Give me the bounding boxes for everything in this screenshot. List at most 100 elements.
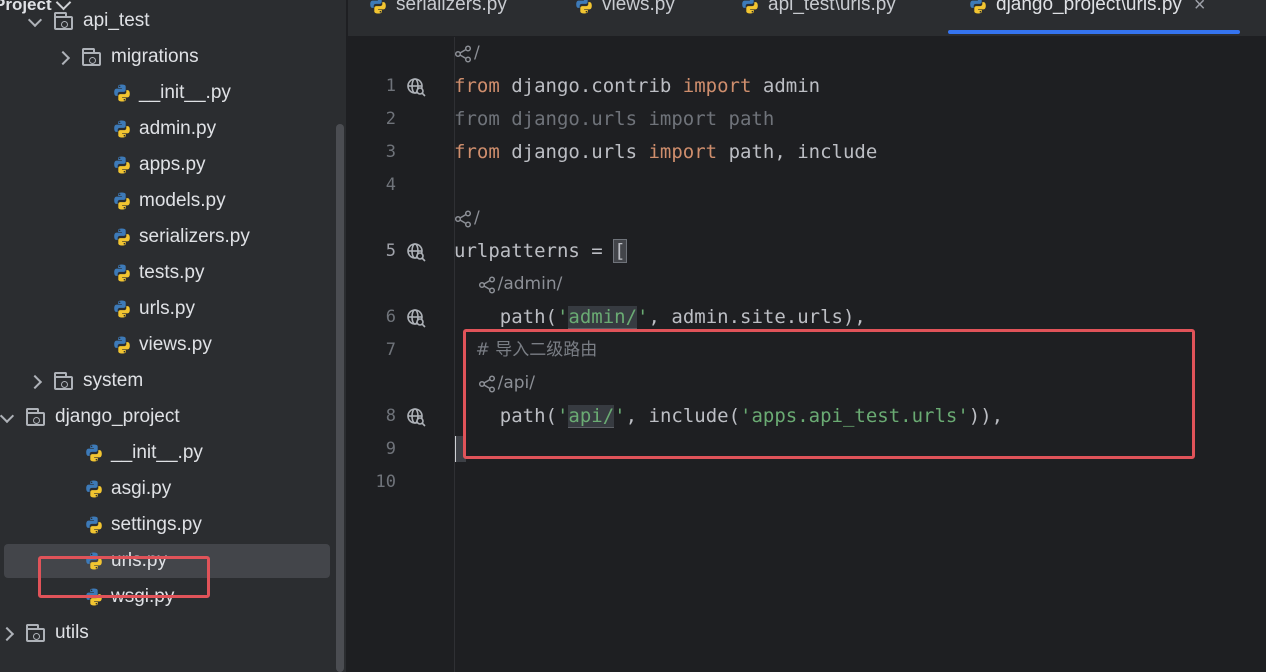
folder-icon [82, 48, 101, 66]
tree-item-init-py[interactable]: __init__.py [0, 436, 340, 470]
share-route-icon [454, 44, 472, 63]
line-number: 4 [385, 175, 396, 195]
project-tree-panel: Project api_testmigrations__init__.pyadm… [0, 0, 348, 672]
tree-item-label: __init__.py [111, 442, 203, 463]
web-endpoint-icon[interactable] [406, 77, 426, 97]
python-file-icon [114, 336, 130, 354]
tree-item-apps-py[interactable]: apps.py [0, 148, 340, 182]
tree-item-label: urls.py [139, 298, 195, 319]
code-line-10: 10 [348, 466, 1266, 499]
tab-label: views.py [602, 0, 675, 15]
line-number: 2 [385, 109, 396, 129]
tree-item-label: migrations [111, 46, 199, 67]
tree-item-label: asgi.py [111, 478, 172, 499]
line-number: 1 [385, 76, 396, 96]
tree-item-label: apps.py [139, 154, 206, 175]
selected-file-highlight-box [38, 556, 210, 598]
tab-label: django_project\urls.py [996, 0, 1182, 15]
tree-item-api-test[interactable]: api_test [0, 4, 340, 38]
tab-django-project-urls[interactable]: django_project\urls.py × [968, 0, 1206, 34]
tab-serializers[interactable]: serializers.py [368, 0, 507, 34]
tree-item-label: system [83, 370, 144, 391]
close-icon[interactable]: × [1194, 0, 1206, 17]
active-tab-indicator [948, 30, 1240, 34]
tab-views[interactable]: views.py [574, 0, 675, 34]
python-file-icon [114, 156, 130, 174]
usage-hint-line: / [348, 37, 1266, 70]
tree-item-init-py[interactable]: __init__.py [0, 76, 340, 110]
folder-icon [54, 12, 73, 30]
tree-item-urls-py[interactable]: urls.py [0, 292, 340, 326]
python-file-icon [114, 264, 130, 282]
chevron-right-icon[interactable] [0, 626, 15, 642]
chevron-down-icon[interactable] [27, 12, 43, 28]
tree-item-label: models.py [139, 190, 226, 211]
tree-item-models-py[interactable]: models.py [0, 184, 340, 218]
chevron-right-icon[interactable] [55, 50, 71, 66]
tab-api-test-urls[interactable]: api_test\urls.py [740, 0, 896, 34]
tree-item-label: views.py [139, 334, 212, 355]
tree-item-label: tests.py [139, 262, 205, 283]
line-number: 7 [385, 340, 396, 360]
share-route-icon [454, 209, 472, 228]
usage-hint-line: /admin/ [348, 268, 1266, 301]
share-route-icon [478, 275, 495, 294]
web-endpoint-icon[interactable] [406, 242, 426, 262]
route-hint[interactable]: / [454, 202, 480, 235]
tree-item-label: utils [55, 622, 89, 643]
tree-item-asgi-py[interactable]: asgi.py [0, 472, 340, 506]
tree-scrollbar[interactable] [336, 124, 344, 672]
code-line-3: 3 from django.urls import path, include [348, 136, 1266, 169]
code-line-1: 1 from django.contrib import admin [348, 70, 1266, 103]
tree-item-label: api_test [83, 10, 150, 31]
python-file-icon [86, 444, 102, 462]
python-file-icon [742, 0, 758, 14]
python-file-icon [114, 120, 130, 138]
route-hint[interactable]: / [454, 37, 480, 70]
chevron-down-icon[interactable] [0, 408, 15, 424]
tree-item-utils[interactable]: utils [0, 616, 340, 650]
tree-item-serializers-py[interactable]: serializers.py [0, 220, 340, 254]
code-line-2: 2 from django.urls import path [348, 103, 1266, 136]
web-endpoint-icon[interactable] [406, 308, 426, 328]
code-highlight-box [463, 329, 1195, 459]
tree-item-system[interactable]: system [0, 364, 340, 398]
line-number: 3 [385, 142, 396, 162]
line-number: 8 [385, 406, 396, 426]
tab-label: api_test\urls.py [768, 0, 896, 15]
code-line-5: 5 urlpatterns = [ [348, 235, 1266, 268]
usage-hint-line: / [348, 202, 1266, 235]
route-hint[interactable]: /admin/ [454, 268, 562, 301]
web-endpoint-icon[interactable] [406, 407, 426, 427]
folder-icon [54, 372, 73, 390]
tree-item-label: settings.py [111, 514, 202, 535]
tree-item-admin-py[interactable]: admin.py [0, 112, 340, 146]
tree-item-label: django_project [55, 406, 180, 427]
python-file-icon [114, 228, 130, 246]
tree-item-label: __init__.py [139, 82, 231, 103]
tree-item-settings-py[interactable]: settings.py [0, 508, 340, 542]
tree-item-label: admin.py [139, 118, 217, 139]
python-file-icon [114, 300, 130, 318]
tree-item-label: serializers.py [139, 226, 250, 247]
code-text: from django.urls import path, include [454, 141, 878, 163]
tree-item-django-project[interactable]: django_project [0, 400, 340, 434]
line-number: 10 [375, 472, 396, 492]
code-text-unused: from django.urls import path [454, 108, 775, 130]
python-file-icon [114, 84, 130, 102]
tree-item-tests-py[interactable]: tests.py [0, 256, 340, 290]
tree-item-views-py[interactable]: views.py [0, 328, 340, 362]
python-file-icon [970, 0, 986, 14]
python-file-icon [370, 0, 386, 14]
tree-item-migrations[interactable]: migrations [0, 40, 340, 74]
python-file-icon [86, 480, 102, 498]
gutter-separator [454, 37, 455, 672]
code-line-4: 4 [348, 169, 1266, 202]
python-file-icon [576, 0, 592, 14]
python-file-icon [86, 516, 102, 534]
python-file-icon [114, 192, 130, 210]
folder-icon [26, 408, 45, 426]
line-number: 6 [385, 307, 396, 327]
chevron-right-icon[interactable] [27, 374, 43, 390]
line-number: 5 [385, 241, 396, 261]
